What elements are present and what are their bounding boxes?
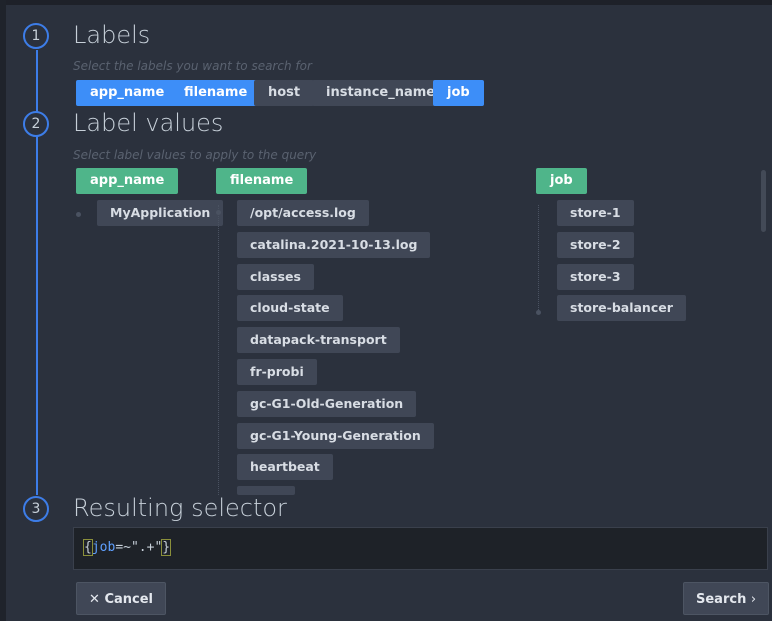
- search-button-label: Search: [696, 592, 747, 607]
- cancel-button-label: Cancel: [104, 592, 153, 607]
- selector-value: ".+": [130, 540, 163, 555]
- label-value-store-1[interactable]: store-1: [557, 200, 634, 226]
- tree-dot: [536, 310, 541, 315]
- values-scrollbar[interactable]: [761, 170, 766, 232]
- tree-line: [218, 205, 219, 495]
- window-top-edge: [0, 0, 772, 5]
- resulting-selector-field[interactable]: {job=~".+"}: [73, 527, 768, 570]
- label-value-gc-g1-young-generation[interactable]: gc-G1-Young-Generation: [237, 423, 434, 449]
- label-values-hint: Select label values to apply to the quer…: [73, 148, 317, 162]
- label-value-gc-g1-old-generation[interactable]: gc-G1-Old-Generation: [237, 391, 417, 417]
- label-value-cloud-state[interactable]: cloud-state: [237, 295, 343, 321]
- step-2-number: 2: [23, 111, 49, 137]
- selector-label-key: job: [91, 540, 116, 555]
- label-value-heartbeat[interactable]: heartbeat: [237, 454, 333, 480]
- search-button[interactable]: Search ›: [683, 582, 770, 615]
- label-value-opt-access-log[interactable]: /opt/access.log: [237, 200, 369, 226]
- label-value-fr-probi[interactable]: fr-probi: [237, 359, 317, 385]
- value-column-header-job: job: [536, 168, 587, 194]
- chevron-right-icon: ›: [750, 592, 757, 607]
- label-value-catalina-log[interactable]: catalina.2021-10-13.log: [237, 232, 431, 258]
- cancel-button[interactable]: ✕ Cancel: [76, 582, 166, 615]
- selector-operator: =~: [115, 540, 131, 555]
- step-2-title: Label values: [73, 109, 224, 137]
- label-value-myapplication[interactable]: MyApplication: [97, 200, 224, 226]
- label-chip-host[interactable]: host: [254, 80, 315, 106]
- label-value-datapack-transport[interactable]: datapack-transport: [237, 327, 400, 353]
- value-column-header-app-name: app_name: [76, 168, 179, 194]
- tree-line: [538, 205, 539, 310]
- labels-hint: Select the labels you want to search for: [73, 59, 312, 73]
- selector-open-brace: {: [83, 539, 93, 556]
- background-editor-edge: [0, 0, 6, 621]
- step-1-title: Labels: [73, 21, 151, 49]
- close-icon: ✕: [89, 592, 100, 607]
- tree-dot: [76, 212, 81, 217]
- tree-dot: [216, 210, 221, 215]
- label-value-store-3[interactable]: store-3: [557, 264, 634, 290]
- label-chip-filename[interactable]: filename: [170, 80, 262, 106]
- selector-close-brace: }: [161, 539, 172, 556]
- label-value-store-2[interactable]: store-2: [557, 232, 634, 258]
- step-3-number: 3: [23, 496, 49, 522]
- label-value-store-balancer[interactable]: store-balancer: [557, 295, 686, 321]
- value-column-header-filename: filename: [216, 168, 308, 194]
- step-3-title: Resulting selector: [73, 494, 287, 522]
- step-1-number: 1: [23, 23, 49, 49]
- label-chip-job[interactable]: job: [433, 80, 484, 106]
- label-value-classes[interactable]: classes: [237, 264, 314, 290]
- label-chip-app-name[interactable]: app_name: [76, 80, 179, 106]
- label-chip-instance-name[interactable]: instance_name: [312, 80, 450, 106]
